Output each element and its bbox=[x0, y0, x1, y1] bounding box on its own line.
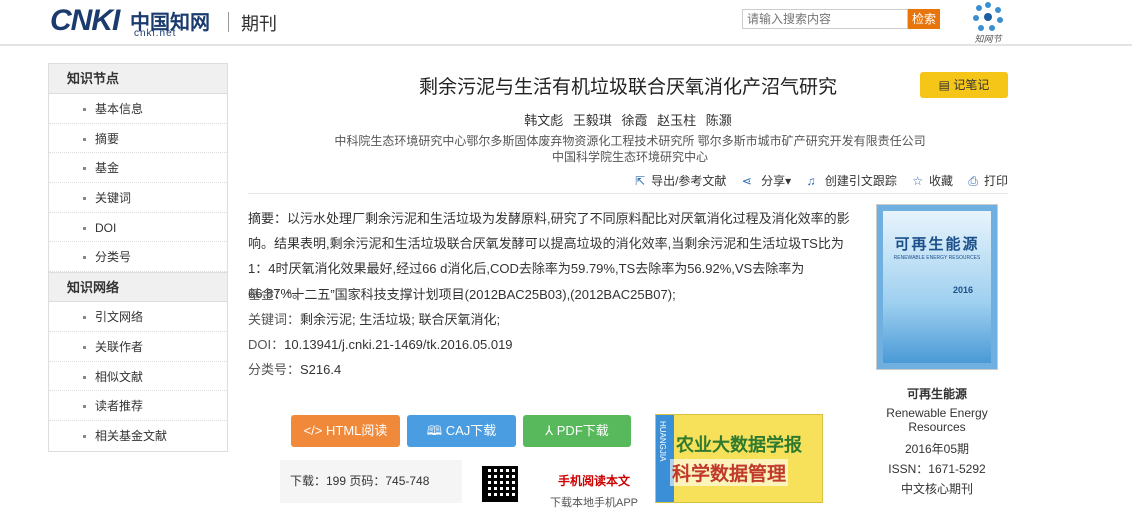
download-stats: 下载：199 页码：745-748 bbox=[280, 460, 462, 503]
qr-code-icon bbox=[482, 466, 518, 502]
header-divider bbox=[228, 12, 229, 32]
pdf-icon: ⅄ bbox=[545, 423, 557, 438]
sidebar: 知识节点 基本信息 摘要 基金 关键词 DOI 分类号 知识网络 引文网络 关联… bbox=[48, 63, 228, 452]
cnki-logo[interactable]: CNKI 中国知网 cnki.net bbox=[50, 4, 220, 40]
zhiwangjie-icon bbox=[973, 2, 1003, 31]
share-label: 分享 bbox=[761, 174, 786, 188]
journal-issue[interactable]: 2016年05期 bbox=[872, 440, 1002, 457]
sidebar-item-reader-recommend[interactable]: 读者推荐 bbox=[49, 391, 227, 421]
take-note-button[interactable]: ▤ 记笔记 bbox=[920, 72, 1008, 98]
code-icon: </> bbox=[303, 423, 327, 438]
cover-title: 可再生能源 bbox=[894, 236, 980, 253]
sidebar-item-related-authors[interactable]: 关联作者 bbox=[49, 331, 227, 362]
export-label: 导出/参考文献 bbox=[651, 174, 727, 188]
note-icon: ▤ bbox=[938, 78, 954, 92]
zhiwangjie-label: 知网节 bbox=[974, 34, 1002, 44]
search-button[interactable]: 检索 bbox=[908, 9, 940, 29]
top-header: CNKI 中国知网 cnki.net 期刊 检索 知网节 bbox=[0, 0, 1132, 46]
keywords-value[interactable]: 剩余污泥; 生活垃圾; 联合厌氧消化; bbox=[300, 312, 500, 327]
section-title[interactable]: 期刊 bbox=[241, 10, 277, 36]
ad-line-2: 科学数据管理 bbox=[670, 459, 789, 486]
journal-issn: ISSN：1671-5292 bbox=[888, 462, 986, 476]
mobile-app-text: 下载本地手机APP bbox=[550, 497, 639, 509]
sidebar-item-similar-docs[interactable]: 相似文献 bbox=[49, 361, 227, 392]
printer-icon: ⎙ bbox=[968, 174, 978, 188]
cover-year: 2016 bbox=[953, 285, 974, 295]
pdf-download-label: PDF下载 bbox=[556, 423, 609, 438]
share-link[interactable]: ⋖ 分享▾ bbox=[736, 174, 791, 188]
cover-artwork: 可再生能源 RENEWABLE ENERGY RESOURCES 2016 bbox=[883, 211, 991, 363]
trace-label: 创建引文跟踪 bbox=[824, 174, 897, 188]
organization-list[interactable]: 中科院生态环境研究中心鄂尔多斯固体废弃物资源化工程技术研究所 鄂尔多斯市城市矿产… bbox=[330, 133, 930, 165]
journal-english-name: Renewable Energy Resources bbox=[886, 406, 988, 434]
ad-banner[interactable]: HUANGJIA 农业大数据学报 科学数据管理 bbox=[655, 414, 823, 503]
html-read-label: HTML阅读 bbox=[326, 423, 388, 438]
html-read-button[interactable]: </> HTML阅读 bbox=[291, 415, 400, 447]
class-label: 分类号： bbox=[248, 362, 301, 377]
author-list[interactable]: 韩文彪 王毅琪 徐霞 赵玉柱 陈灏 bbox=[248, 110, 1008, 129]
caj-download-label: CAJ下载 bbox=[445, 423, 497, 438]
caj-download-button[interactable]: 🕮 CAJ下载 bbox=[407, 415, 516, 447]
mobile-read-link[interactable]: 手机阅读本文 bbox=[558, 472, 630, 489]
sidebar-item-fund[interactable]: 基金 bbox=[49, 153, 227, 184]
doi-row: DOI：10.13941/j.cnki.21-1469/tk.2016.05.0… bbox=[248, 334, 860, 353]
logo-wordmark: CNKI bbox=[50, 4, 120, 37]
export-icon: ⇱ bbox=[635, 174, 646, 188]
sidebar-item-doi[interactable]: DOI bbox=[49, 212, 227, 243]
article-title: 剩余污泥与生活有机垃圾联合厌氧消化产沼气研究 bbox=[418, 77, 837, 98]
journal-name[interactable]: 可再生能源 bbox=[872, 385, 1002, 402]
divider bbox=[248, 193, 1008, 194]
ad-line-1: 农业大数据学报 bbox=[676, 435, 802, 455]
logo-url: cnki.net bbox=[134, 28, 177, 39]
class-value: S216.4 bbox=[300, 362, 342, 377]
note-label: 记笔记 bbox=[953, 78, 990, 92]
sidebar-item-classification[interactable]: 分类号 bbox=[49, 242, 227, 273]
journal-cover[interactable]: 可再生能源 RENEWABLE ENERGY RESOURCES 2016 bbox=[876, 204, 998, 370]
fund-value[interactable]: “十二五”国家科技支撑计划项目(2012BAC25B03),(2012BAC25… bbox=[287, 287, 676, 302]
bell-icon: ♫ bbox=[806, 174, 816, 188]
sidebar-group-knowledge-network: 知识网络 bbox=[49, 272, 227, 303]
export-link[interactable]: ⇱ 导出/参考文献 bbox=[629, 174, 726, 188]
sidebar-item-keywords[interactable]: 关键词 bbox=[49, 183, 227, 213]
sidebar-group-knowledge-nodes: 知识节点 bbox=[49, 64, 227, 94]
fund-row: 基金：“十二五”国家科技支撑计划项目(2012BAC25B03),(2012BA… bbox=[248, 284, 860, 303]
doi-value: 10.13941/j.cnki.21-1469/tk.2016.05.019 bbox=[284, 337, 513, 352]
fund-label: 基金： bbox=[248, 287, 288, 302]
zhiwangjie-logo[interactable]: 知网节 bbox=[968, 0, 1008, 44]
trace-link[interactable]: ♫ 创建引文跟踪 bbox=[801, 174, 897, 188]
book-icon: 🕮 bbox=[426, 423, 446, 438]
action-bar: ⇱ 导出/参考文献 ⋖ 分享▾ ♫ 创建引文跟踪 ☆ 收藏 ⎙ 打印 bbox=[248, 172, 1008, 190]
print-label: 打印 bbox=[983, 174, 1008, 188]
abstract-label: 摘要： bbox=[248, 211, 288, 226]
class-row: 分类号：S216.4 bbox=[248, 359, 860, 378]
sidebar-item-basic-info[interactable]: 基本信息 bbox=[49, 94, 227, 124]
star-icon: ☆ bbox=[912, 174, 924, 188]
favorite-label: 收藏 bbox=[929, 174, 954, 188]
keywords-row: 关键词：剩余污泥; 生活垃圾; 联合厌氧消化; bbox=[248, 309, 860, 328]
print-link[interactable]: ⎙ 打印 bbox=[962, 174, 1008, 188]
sidebar-item-related-fund-docs[interactable]: 相关基金文献 bbox=[49, 420, 227, 451]
favorite-link[interactable]: ☆ 收藏 bbox=[906, 174, 953, 188]
journal-core-badge: 中文核心期刊 bbox=[900, 482, 973, 496]
ad-tag: HUANGJIA bbox=[658, 421, 667, 462]
cover-subtitle: RENEWABLE ENERGY RESOURCES bbox=[893, 255, 981, 261]
share-icon: ⋖ bbox=[741, 174, 752, 188]
doi-label: DOI： bbox=[248, 337, 285, 352]
pdf-download-button[interactable]: ⅄ PDF下载 bbox=[523, 415, 631, 447]
keywords-label: 关键词： bbox=[248, 312, 301, 327]
sidebar-item-citation-network[interactable]: 引文网络 bbox=[49, 302, 227, 332]
search-input[interactable] bbox=[742, 9, 908, 29]
sidebar-item-abstract[interactable]: 摘要 bbox=[49, 123, 227, 154]
